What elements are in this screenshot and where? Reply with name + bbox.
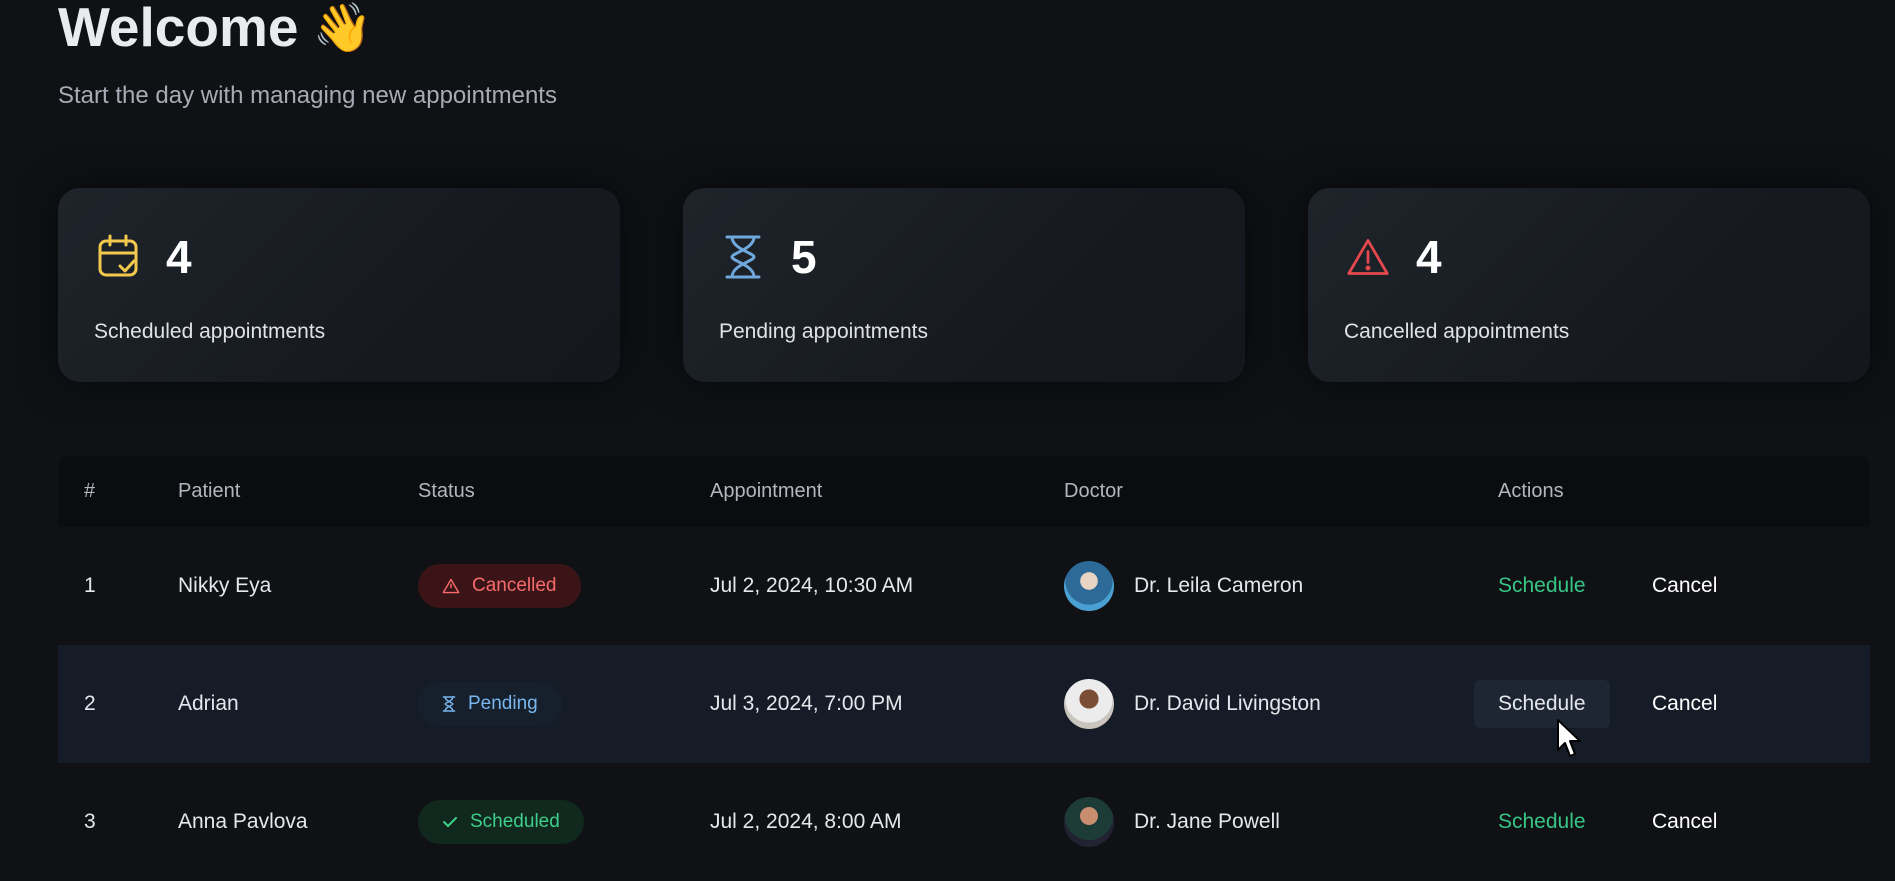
status-label: Pending xyxy=(468,693,538,714)
doctor-cell: Dr. David Livingston xyxy=(1064,679,1321,729)
checkmark-icon xyxy=(443,817,457,827)
doctor-cell: Dr. Leila Cameron xyxy=(1064,561,1303,611)
mouse-cursor-icon xyxy=(1557,719,1581,757)
doctor-avatar xyxy=(1064,797,1114,847)
table-header: # Patient Status Appointment Doctor Acti… xyxy=(58,456,1870,527)
warning-triangle-icon xyxy=(1346,233,1390,281)
cancel-button[interactable]: Cancel xyxy=(1652,692,1717,716)
doctor-avatar xyxy=(1064,561,1114,611)
stat-card-scheduled: 4 Scheduled appointments xyxy=(58,188,620,382)
page-title-text: Welcome xyxy=(58,0,299,58)
stat-card-pending: 5 Pending appointments xyxy=(683,188,1245,382)
header-doctor[interactable]: Doctor xyxy=(1064,480,1123,503)
stat-count: 5 xyxy=(791,231,817,283)
patient-name: Adrian xyxy=(178,692,239,715)
header-num: # xyxy=(84,480,96,502)
appointment-datetime: Jul 2, 2024, 10:30 AM xyxy=(710,574,914,597)
stat-count: 4 xyxy=(1416,231,1442,283)
stat-count: 4 xyxy=(166,231,192,283)
appointment-datetime: Jul 2, 2024, 8:00 AM xyxy=(710,810,902,833)
stats-cards: 4 Scheduled appointments 5 Pending appoi… xyxy=(58,188,1870,382)
header-patient[interactable]: Patient xyxy=(178,480,240,503)
table-row[interactable]: 3 Anna Pavlova Scheduled Jul 2, 2024, 8:… xyxy=(58,763,1870,881)
hourglass-icon xyxy=(721,233,765,281)
stat-card-cancelled: 4 Cancelled appointments xyxy=(1308,188,1870,382)
cancel-button[interactable]: Cancel xyxy=(1652,574,1717,598)
stat-label: Cancelled appointments xyxy=(1344,320,1570,343)
doctor-cell: Dr. Jane Powell xyxy=(1064,797,1280,847)
stat-label: Pending appointments xyxy=(719,320,928,343)
page-subtitle: Start the day with managing new appointm… xyxy=(58,82,557,109)
header: Welcome 👋 xyxy=(58,0,372,55)
schedule-button[interactable]: Schedule xyxy=(1498,810,1586,834)
page-title: Welcome 👋 xyxy=(58,0,372,55)
header-status[interactable]: Status xyxy=(418,480,475,503)
cancel-button[interactable]: Cancel xyxy=(1652,810,1717,834)
stat-label: Scheduled appointments xyxy=(94,320,326,343)
header-appointment[interactable]: Appointment xyxy=(710,480,822,503)
status-badge: Scheduled xyxy=(418,800,584,844)
header-actions: Actions xyxy=(1498,480,1564,502)
calendar-check-icon xyxy=(96,233,140,281)
warning-triangle-icon xyxy=(442,578,460,594)
doctor-name: Dr. David Livingston xyxy=(1134,692,1321,715)
status-badge: Cancelled xyxy=(418,564,581,608)
row-number: 3 xyxy=(84,810,96,833)
schedule-button[interactable]: Schedule xyxy=(1498,574,1586,598)
patient-name: Anna Pavlova xyxy=(178,810,308,833)
appointments-table: # Patient Status Appointment Doctor Acti… xyxy=(58,456,1870,881)
doctor-avatar xyxy=(1064,679,1114,729)
waving-hand-icon: 👋 xyxy=(312,0,373,56)
table-row[interactable]: 1 Nikky Eya Cancelled Jul 2, 2024, 10:30… xyxy=(58,527,1870,645)
table-row[interactable]: 2 Adrian Pending Jul 3, 2024, 7:00 PM Dr… xyxy=(58,645,1870,763)
appointment-datetime: Jul 3, 2024, 7:00 PM xyxy=(710,692,903,715)
status-label: Cancelled xyxy=(472,575,557,596)
doctor-name: Dr. Jane Powell xyxy=(1134,810,1280,833)
doctor-name: Dr. Leila Cameron xyxy=(1134,574,1304,597)
status-label: Scheduled xyxy=(470,811,560,832)
patient-name: Nikky Eya xyxy=(178,574,272,597)
schedule-button[interactable]: Schedule xyxy=(1474,680,1610,728)
row-number: 1 xyxy=(84,574,96,597)
row-number: 2 xyxy=(84,692,96,715)
hourglass-icon xyxy=(442,696,456,712)
status-badge: Pending xyxy=(418,682,562,726)
